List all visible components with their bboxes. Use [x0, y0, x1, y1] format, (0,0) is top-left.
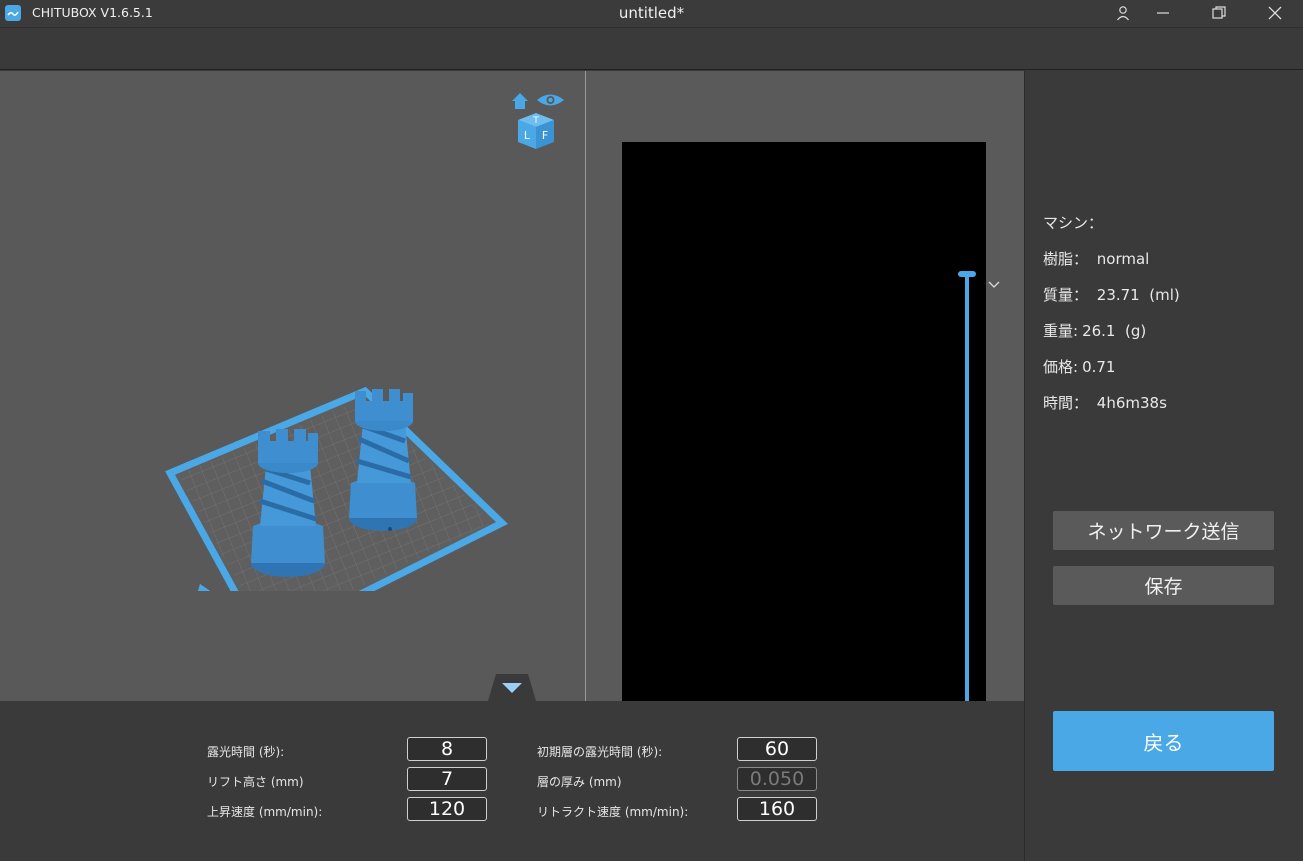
lift-speed-input[interactable]: 120	[407, 797, 487, 821]
volume-value: 23.71 (ml)	[1092, 286, 1180, 304]
retract-speed-label: リトラクト速度 (mm/min):	[537, 805, 689, 819]
model-rook-right[interactable]	[349, 389, 417, 531]
lift-height-input[interactable]: 7	[407, 767, 487, 791]
time-value: 4h6m38s	[1092, 394, 1167, 412]
close-icon[interactable]	[1255, 2, 1295, 24]
network-send-button[interactable]: ネットワーク送信	[1053, 511, 1274, 550]
3d-viewport[interactable]: T L F	[0, 71, 585, 701]
chevron-down-icon[interactable]	[987, 275, 1001, 288]
price-label: 価格:	[1043, 358, 1079, 376]
layer-slider-handle[interactable]	[958, 271, 976, 277]
resin-row: 樹脂： normal	[1043, 248, 1149, 269]
cube-face-left: L	[524, 129, 531, 142]
print-params-panel: 露光時間 (秒): 8 リフト高さ (mm) 7 上昇速度 (mm/min): …	[0, 674, 1024, 861]
volume-label: 質量：	[1043, 286, 1089, 304]
lift-speed-label: 上昇速度 (mm/min):	[207, 805, 323, 819]
title-bar: CHITUBOX V1.6.5.1 untitled*	[0, 0, 1303, 27]
price-row: 価格: 0.71	[1043, 356, 1115, 377]
time-row: 時間： 4h6m38s	[1043, 392, 1167, 413]
restore-icon[interactable]	[1199, 2, 1239, 24]
resin-value: normal	[1092, 250, 1150, 268]
retract-speed-input[interactable]: 160	[737, 797, 817, 821]
layer-height-label: 層の厚み (mm)	[537, 775, 622, 789]
home-icon[interactable]	[512, 93, 528, 109]
slice-preview-canvas	[622, 142, 986, 701]
machine-label: マシン：	[1043, 214, 1104, 232]
bottom-exposure-label: 初期層の露光時間 (秒):	[537, 745, 663, 759]
toolbar	[0, 27, 1303, 70]
cube-face-top: T	[532, 116, 539, 126]
slice-preview-panel	[586, 71, 1024, 701]
exposure-time-input[interactable]: 8	[407, 737, 487, 761]
layer-slider-track[interactable]	[965, 274, 969, 701]
weight-label: 重量:	[1043, 322, 1079, 340]
price-value: 0.71	[1082, 358, 1116, 376]
resin-label: 樹脂：	[1043, 250, 1089, 268]
eye-icon[interactable]	[537, 94, 564, 106]
view-cube[interactable]: T L F	[508, 89, 568, 153]
collapse-panel-button[interactable]	[488, 674, 536, 701]
layer-height-input: 0.050	[737, 767, 817, 791]
volume-row: 質量： 23.71 (ml)	[1043, 284, 1180, 305]
bottom-exposure-input[interactable]: 60	[737, 737, 817, 761]
back-button[interactable]: 戻る	[1053, 711, 1274, 771]
exposure-time-label: 露光時間 (秒):	[207, 745, 285, 759]
time-label: 時間：	[1043, 394, 1089, 412]
user-icon[interactable]	[1103, 2, 1143, 24]
info-panel: マシン： 樹脂： normal 質量： 23.71 (ml) 重量: 26.1 (…	[1024, 71, 1303, 861]
machine-row: マシン：	[1043, 212, 1107, 233]
save-button[interactable]: 保存	[1053, 566, 1274, 605]
weight-row: 重量: 26.1 (g)	[1043, 320, 1146, 341]
cube-face-front: F	[542, 129, 548, 142]
weight-value: 26.1 (g)	[1082, 322, 1147, 340]
plate-front-marker	[197, 584, 211, 591]
minimize-icon[interactable]	[1143, 2, 1183, 24]
chitubox-window: CHITUBOX V1.6.5.1 untitled* T L F マシン： 樹…	[0, 0, 1303, 861]
build-plate[interactable]	[150, 311, 530, 591]
lift-height-label: リフト高さ (mm)	[207, 775, 304, 789]
